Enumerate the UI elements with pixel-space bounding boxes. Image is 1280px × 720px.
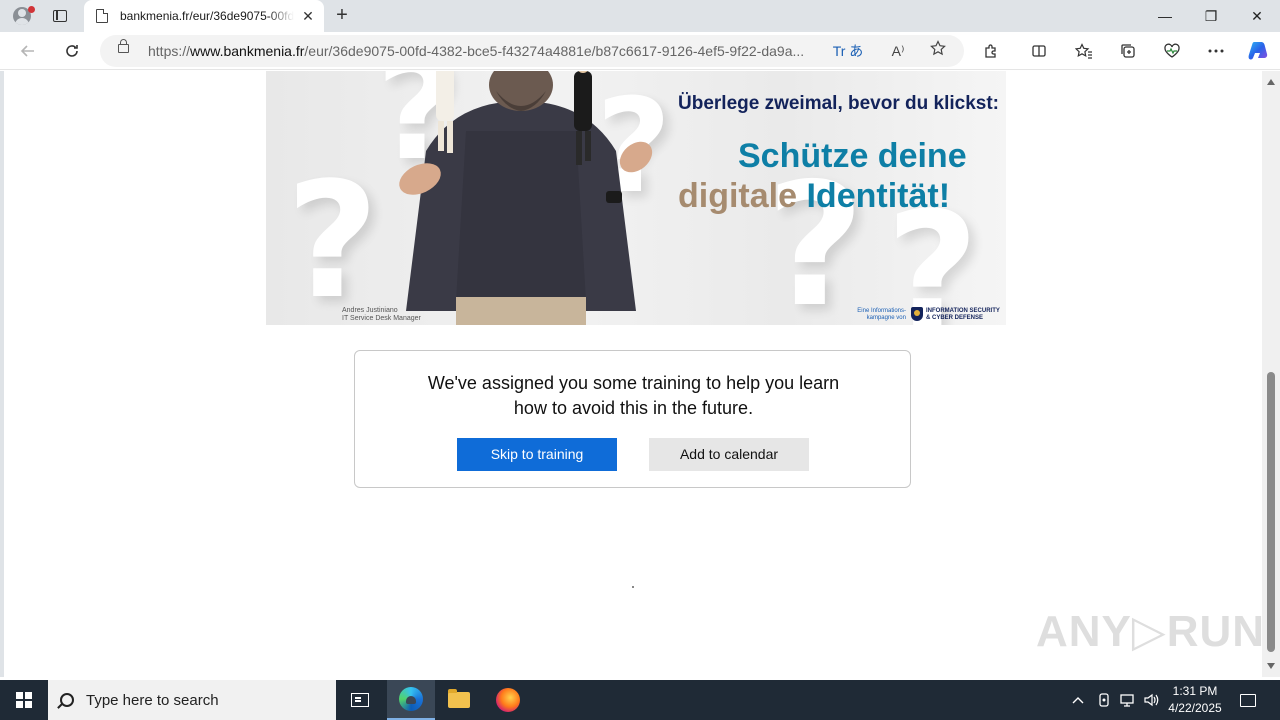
refresh-icon	[66, 45, 78, 57]
tray-device-icon	[1099, 693, 1109, 707]
awareness-banner-image: ? ? ? ? ?	[266, 71, 1006, 325]
favorite-star-icon[interactable]	[926, 40, 950, 62]
scrollbar-thumb[interactable]	[1267, 372, 1275, 652]
windows-taskbar: Type here to search 1:31 PM 4/22/2025	[0, 680, 1280, 720]
banner-org-line2: & CYBER DEFENSE	[926, 315, 984, 321]
banner-org-name: INFORMATION SECURITY & CYBER DEFENSE	[926, 308, 1000, 322]
collections-icon	[1121, 44, 1135, 58]
taskbar-edge-app[interactable]	[387, 680, 435, 720]
speaker-icon	[1144, 693, 1159, 707]
task-view-button[interactable]	[336, 680, 384, 720]
banner-credit-line2: kampagne von	[866, 315, 906, 321]
security-shield-logo-icon	[911, 307, 923, 321]
browser-toolbar: https://www.bankmenia.fr/eur/36de9075-00…	[0, 32, 1280, 70]
windows-logo-icon	[16, 692, 32, 708]
training-message-line1: We've assigned you some training to help…	[427, 373, 840, 393]
window-restore-button[interactable]: ❐	[1188, 0, 1234, 32]
url-path: /eur/36de9075-00fd-4382-bce5-f43274a4881…	[304, 43, 805, 59]
tab-close-button[interactable]: ✕	[300, 8, 316, 24]
active-tab[interactable]: bankmenia.fr/eur/36de9075-00fd-4382-bce5…	[84, 0, 324, 32]
taskbar-search-placeholder: Type here to search	[86, 691, 219, 709]
task-view-icon	[351, 693, 369, 707]
new-tab-button[interactable]: +	[330, 4, 354, 28]
banner-person-caption: Andres Justiniano IT Service Desk Manage…	[342, 307, 421, 323]
taskbar-file-explorer-app[interactable]	[435, 680, 483, 720]
network-icon	[1120, 694, 1134, 707]
search-icon	[60, 693, 74, 707]
window-close-button[interactable]: ✕	[1234, 0, 1280, 32]
training-message-line2: how to avoid this in the future.	[513, 398, 754, 418]
address-bar[interactable]: https://www.bankmenia.fr/eur/36de9075-00…	[100, 35, 964, 67]
show-hidden-icons-button[interactable]	[1068, 680, 1088, 720]
question-mark-decoration: ?	[286, 147, 379, 325]
banner-person-role: IT Service Desk Manager	[342, 315, 421, 322]
taskbar-firefox-app[interactable]	[484, 680, 532, 720]
banner-person-name: Andres Justiniano	[342, 307, 398, 314]
url-host: www.bankmenia.fr	[190, 43, 305, 59]
extensions-button[interactable]	[977, 37, 1005, 65]
training-message: We've assigned you some training to help…	[355, 371, 912, 421]
copilot-icon	[1248, 42, 1268, 60]
banner-headline-line3: digitale Identität!	[678, 177, 950, 216]
translate-icon[interactable]: Tr あ	[828, 40, 868, 62]
url-text[interactable]: https://www.bankmenia.fr/eur/36de9075-00…	[148, 43, 822, 59]
page-viewport: ? ? ? ? ?	[0, 71, 1262, 677]
anyrun-watermark: ANY▷RUN	[1036, 607, 1266, 656]
settings-more-button[interactable]	[1202, 37, 1230, 65]
taskbar-search-box[interactable]: Type here to search	[48, 680, 336, 720]
refresh-button[interactable]	[58, 37, 86, 65]
page-scrollbar[interactable]	[1262, 71, 1280, 677]
notification-icon	[1240, 693, 1256, 707]
tray-volume-button[interactable]	[1140, 680, 1162, 720]
browser-essentials-button[interactable]	[1158, 37, 1186, 65]
tray-security-button[interactable]	[1094, 680, 1114, 720]
collections-button[interactable]	[1114, 37, 1142, 65]
taskbar-clock[interactable]: 1:31 PM 4/22/2025	[1160, 683, 1230, 717]
copilot-button[interactable]	[1244, 37, 1272, 65]
browser-tab-strip: bankmenia.fr/eur/36de9075-00fd-4382-bce5…	[0, 0, 1280, 32]
split-screen-icon	[1032, 45, 1046, 57]
tray-network-button[interactable]	[1116, 680, 1138, 720]
edge-browser-icon	[399, 687, 423, 711]
tab-actions-icon	[53, 10, 67, 22]
banner-word-identitaet: Identität!	[806, 177, 951, 215]
banner-credit-line1: Eine Informations-	[857, 308, 906, 314]
clock-date: 4/22/2025	[1168, 701, 1222, 715]
banner-headline-line1: Überlege zweimal, bevor du klickst:	[678, 93, 999, 114]
lock-icon[interactable]	[118, 39, 129, 53]
page-dot	[632, 586, 634, 588]
banner-word-digitale: digitale	[678, 177, 798, 215]
add-to-calendar-button[interactable]: Add to calendar	[649, 438, 809, 471]
skip-to-training-button[interactable]: Skip to training	[457, 438, 617, 471]
profile-button[interactable]	[8, 4, 36, 28]
person-illustration	[399, 71, 653, 325]
training-card: We've assigned you some training to help…	[354, 350, 911, 488]
puzzle-icon	[985, 44, 996, 58]
firefox-icon	[496, 688, 520, 712]
tab-title: bankmenia.fr/eur/36de9075-00fd-4382-bce5…	[120, 9, 294, 23]
banner-credit: Eine Informations- kampagne von	[856, 308, 906, 322]
profile-alert-dot	[28, 6, 35, 13]
banner-headline-line2: Schütze deine	[738, 137, 967, 175]
more-dots-icon	[1208, 49, 1224, 53]
notification-center-button[interactable]	[1232, 688, 1264, 712]
back-arrow-icon	[20, 45, 34, 57]
window-minimize-button[interactable]: —	[1142, 0, 1188, 32]
read-aloud-icon[interactable]: A⁾	[886, 40, 910, 62]
scroll-up-arrow-icon[interactable]	[1267, 79, 1275, 85]
url-scheme: https://	[148, 43, 191, 59]
back-button[interactable]	[14, 37, 42, 65]
file-explorer-folder-icon	[448, 689, 470, 708]
tab-actions-button[interactable]	[48, 5, 72, 27]
favorites-button[interactable]	[1070, 37, 1098, 65]
banner-org-line1: INFORMATION SECURITY	[926, 308, 1000, 314]
page-icon	[96, 9, 108, 23]
chevron-up-icon	[1072, 697, 1084, 704]
favorites-icon	[1075, 43, 1092, 59]
clock-time: 1:31 PM	[1172, 684, 1218, 698]
split-screen-button[interactable]	[1025, 37, 1053, 65]
start-button[interactable]	[0, 680, 48, 720]
heart-pulse-icon	[1164, 43, 1180, 58]
scroll-down-arrow-icon[interactable]	[1267, 663, 1275, 669]
